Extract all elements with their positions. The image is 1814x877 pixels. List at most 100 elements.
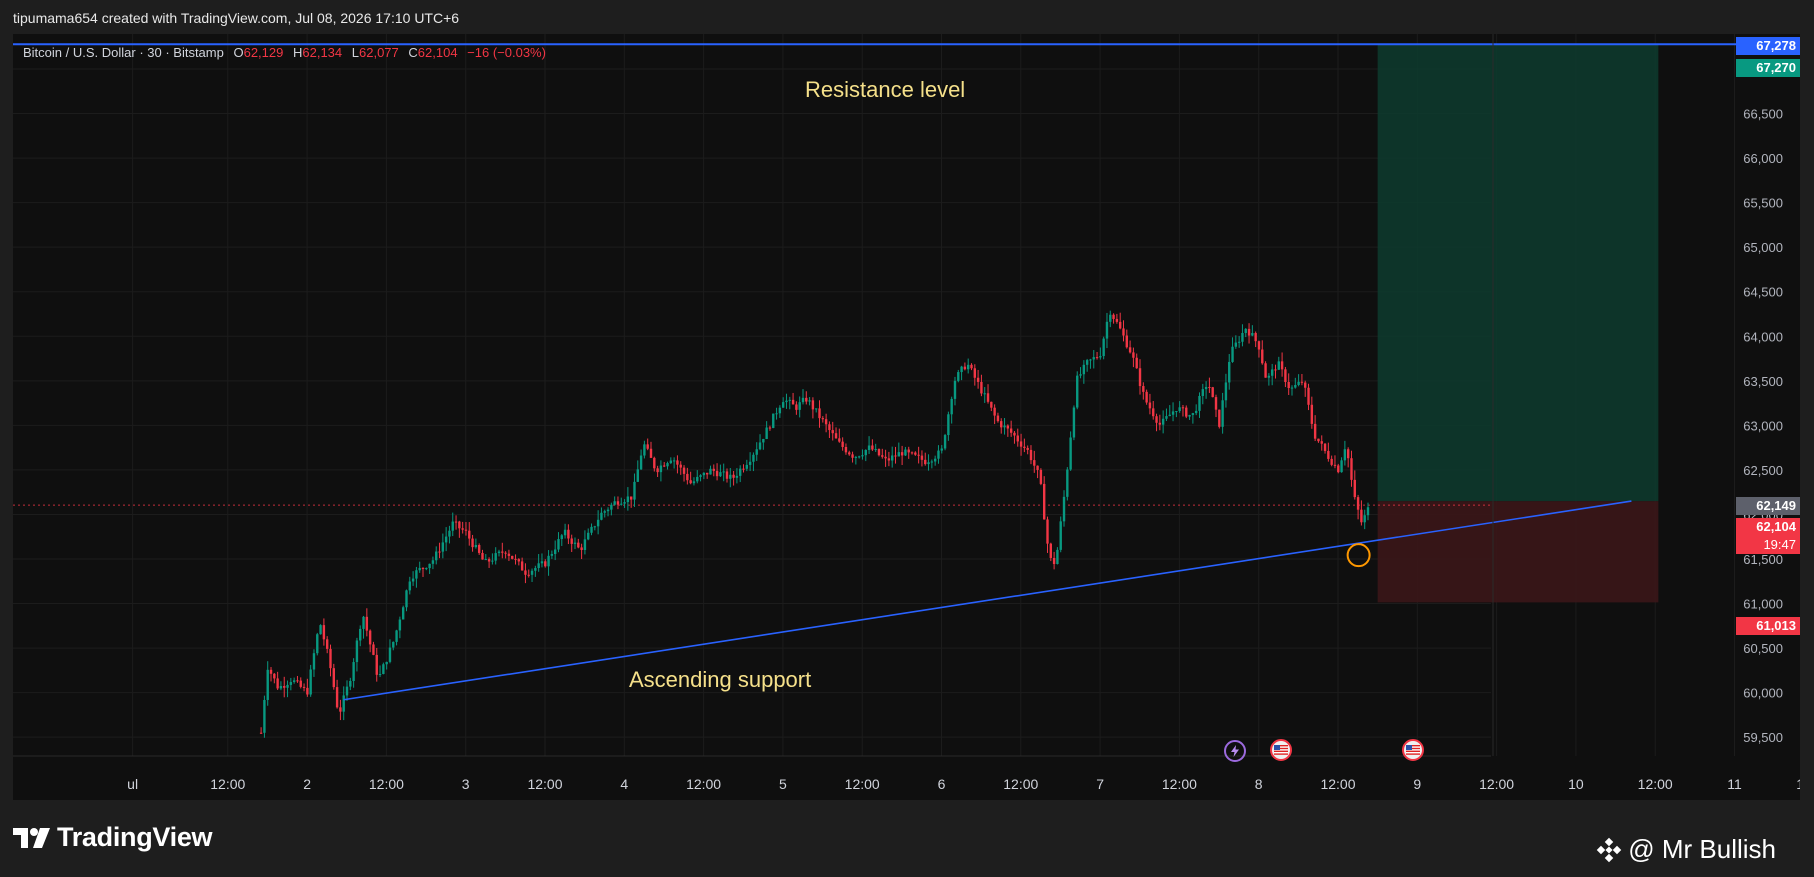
candle-body-up (441, 542, 445, 552)
candle-body-up (408, 581, 411, 591)
candle-body-up (801, 397, 805, 403)
candle-body-up (573, 542, 577, 544)
candle-body-up (815, 408, 818, 410)
candle-body-up (405, 590, 408, 608)
candle-body-down (689, 480, 692, 484)
candle-body-down (1042, 483, 1046, 520)
candle-body-up (765, 427, 768, 439)
tradingview-logo[interactable]: TradingView (13, 822, 213, 853)
y-tick-label: 66,500 (1743, 107, 1783, 122)
candle-body-up (1089, 359, 1092, 361)
candle-body-up (1277, 361, 1280, 370)
candle-body-up (1056, 549, 1059, 565)
candle-body-down (920, 455, 924, 460)
candle-body-down (1026, 447, 1029, 450)
candle-body-up (983, 393, 986, 395)
chart-frame[interactable]: 59,50060,00060,50061,00061,50062,00062,5… (13, 34, 1800, 800)
candle-body-down (1320, 441, 1323, 444)
candle-body-down (1181, 407, 1185, 409)
high-label: H (292, 45, 303, 60)
candle-body-down (824, 419, 828, 425)
y-tick-label: 60,500 (1743, 641, 1783, 656)
resistance-annotation[interactable]: Resistance level (805, 77, 965, 103)
candle-body-up (957, 372, 960, 381)
y-tick-label: 66,000 (1743, 151, 1783, 166)
candle-body-down (1016, 435, 1019, 442)
candle-body-down (1023, 446, 1026, 448)
candle-body-down (1135, 357, 1138, 369)
candle-body-up (1363, 515, 1366, 523)
candle-body-down (1214, 397, 1218, 410)
x-tick-label: 6 (938, 776, 946, 792)
candle-body-down (976, 377, 980, 382)
candle-body-down (1211, 387, 1214, 398)
us-flag-event-icon-2[interactable] (1402, 739, 1424, 761)
stop-zone (1377, 501, 1659, 603)
candle-body-down (507, 553, 511, 556)
candle-body-down (1218, 409, 1221, 427)
candle-body-down (980, 381, 983, 394)
candle-body-up (1003, 425, 1006, 428)
candle-body-up (279, 686, 283, 689)
candle-body-down (1274, 369, 1277, 371)
candle-body-down (973, 368, 977, 378)
candle-body-down (1036, 465, 1039, 470)
candle-body-up (563, 529, 567, 536)
candle-body-down (1304, 382, 1307, 388)
candle-body-down (831, 430, 834, 434)
us-flag-event-icon[interactable] (1270, 739, 1292, 761)
candle-body-up (623, 502, 626, 504)
candle-body-up (1161, 418, 1165, 425)
resistance-price-tag: 67,278 (1736, 37, 1800, 55)
price-chart[interactable]: 59,50060,00060,50061,00061,50062,00062,5… (13, 34, 1800, 800)
candle-body-down (970, 364, 973, 369)
x-tick-label: 5 (779, 776, 787, 792)
candle-body-down (963, 366, 967, 370)
candle-body-up (1191, 413, 1195, 415)
candle-body-up (263, 699, 266, 733)
candle-body-down (917, 454, 920, 456)
candle-body-up (1194, 410, 1198, 414)
x-tick-label: 12:00 (1162, 776, 1197, 792)
candle-body-down (993, 407, 996, 416)
candle-body-up (1059, 521, 1062, 550)
candle-body-up (1294, 384, 1297, 388)
candle-body-down (1138, 368, 1142, 387)
candle-body-up (1092, 357, 1095, 360)
candle-body-up (709, 468, 712, 475)
candle-body-down (1317, 438, 1320, 442)
support-annotation[interactable]: Ascending support (629, 667, 811, 693)
candle-body-up (362, 616, 365, 629)
candle-body-down (1152, 408, 1155, 417)
candle-body-down (649, 448, 653, 458)
candle-body-down (1115, 318, 1119, 322)
candle-body-down (616, 501, 620, 505)
candle-body-up (748, 461, 752, 465)
candle-body-up (494, 553, 497, 561)
candle-body-up (1366, 507, 1370, 516)
candle-body-down (838, 438, 841, 442)
candle-body-up (867, 445, 871, 450)
candle-body-up (610, 504, 613, 510)
candle-body-up (1175, 411, 1178, 413)
candle-body-up (395, 630, 398, 642)
candle-body-down (1333, 464, 1337, 466)
candle-body-down (577, 542, 580, 548)
candle-body-up (1340, 460, 1343, 473)
candle-body-down (663, 465, 666, 467)
candle-body-up (1076, 375, 1079, 408)
candle-body-up (1251, 333, 1254, 336)
candle-body-down (1261, 349, 1264, 364)
symbol-title[interactable]: Bitcoin / U.S. Dollar · 30 · Bitstamp (23, 45, 224, 60)
candle-body-down (715, 470, 719, 477)
candle-body-down (454, 521, 458, 523)
candle-body-up (943, 435, 947, 449)
candle-body-down (1122, 328, 1125, 336)
candle-body-down (1350, 458, 1353, 480)
candle-body-down (851, 454, 854, 458)
lightning-event-icon[interactable] (1224, 740, 1246, 762)
candle-body-up (289, 682, 293, 685)
candle-body-up (1165, 416, 1168, 419)
candle-body-up (553, 549, 557, 554)
candle-body-down (259, 732, 263, 734)
